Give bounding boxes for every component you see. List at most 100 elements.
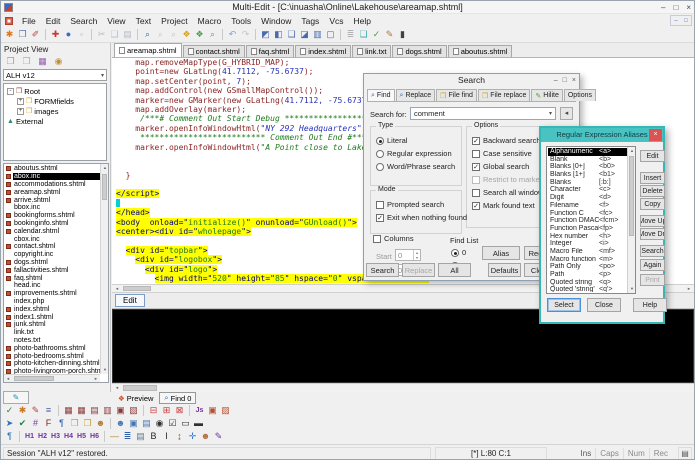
file-list-item[interactable]: photo-bathrooms.shtml [4, 344, 100, 352]
paragraph-icon[interactable]: ¶ [3, 430, 16, 443]
menu-text[interactable]: Text [131, 16, 157, 26]
tree-item-external[interactable]: ▲ External [4, 116, 106, 126]
search-tab-options[interactable]: Options [563, 89, 596, 101]
alias-item[interactable]: Integer <i> [548, 240, 627, 248]
console-scrollbar[interactable]: ◄ [112, 383, 694, 392]
defaults-button[interactable]: Defaults [488, 263, 521, 277]
checkbox-exit-when-nothing-found[interactable]: ✓ Exit when nothing found [371, 211, 467, 224]
macro-list-icon[interactable]: ≣ [344, 28, 357, 41]
replace-button[interactable]: Replace [402, 263, 435, 277]
alias-item[interactable]: Alphanumeric <a> [548, 148, 627, 156]
tree-item-root[interactable]: - ❒ Root [4, 86, 106, 96]
file-list-item[interactable]: bookinginfo.shtml [4, 220, 100, 228]
special-chars-icon[interactable]: ✱ [16, 404, 29, 417]
tab-faq-shtml[interactable]: faq.shtml [245, 45, 295, 57]
alias-item[interactable]: Path <p> [548, 271, 627, 279]
file-list-item[interactable]: copyright.inc [4, 251, 100, 259]
print-button[interactable]: Print [640, 274, 665, 286]
h4-icon[interactable]: H4 [62, 430, 75, 443]
maximize-icon[interactable]: □ [563, 74, 567, 87]
edit-button[interactable]: Edit [640, 150, 665, 162]
file-list-item[interactable]: abox.inc [4, 173, 100, 181]
find-icon[interactable]: ⌕ [141, 28, 154, 41]
tree-item-formfields[interactable]: + ❒ FORMfields [4, 96, 106, 106]
blockquote-icon[interactable]: ▤ [134, 430, 147, 443]
h2-icon[interactable]: H2 [36, 430, 49, 443]
menu-vcs[interactable]: Vcs [324, 16, 348, 26]
file-list-item[interactable]: dogs.shtml [4, 259, 100, 267]
menu-macro[interactable]: Macro [193, 16, 227, 26]
tab-contact-shtml[interactable]: contact.shtml [182, 45, 245, 57]
again-button[interactable]: Again [640, 259, 665, 271]
save-icon[interactable]: ✐ [29, 28, 42, 41]
start-spinner[interactable]: 0 ▴ ▾ [395, 249, 421, 261]
horizontal-rule-icon[interactable]: ― [108, 430, 121, 443]
delete-frame-icon[interactable]: ⊠ [173, 404, 186, 417]
scroll-down-icon[interactable]: ▼ [628, 285, 635, 293]
alias-item[interactable]: Path Only <po> [548, 263, 627, 271]
search-for-input[interactable]: comment ▾ [410, 107, 556, 120]
radio-button-icon[interactable]: ◉ [153, 417, 166, 430]
file-list-item[interactable]: calendar.shtml [4, 227, 100, 235]
font-tag-icon[interactable]: F [42, 417, 55, 430]
window-search-icon[interactable]: ❏ [357, 28, 370, 41]
h3-icon[interactable]: H3 [49, 430, 62, 443]
alias-item[interactable]: Digit <d> [548, 194, 627, 202]
search-tab-file-find[interactable]: ❒ File find [436, 89, 477, 101]
spell-html-icon[interactable]: ✓ [3, 404, 16, 417]
browser-preview-icon[interactable]: ➤ [3, 417, 16, 430]
anchor-icon[interactable]: ✛ [186, 430, 199, 443]
menu-project[interactable]: Project [156, 16, 192, 26]
scroll-down-icon[interactable]: ▼ [101, 366, 108, 374]
user-add-icon[interactable]: ☻ [114, 417, 127, 430]
insert-button[interactable]: Insert [640, 172, 665, 184]
file-list-item[interactable]: notes.txt [4, 337, 100, 345]
validate-html-icon[interactable]: ✔ [16, 417, 29, 430]
close-icon[interactable]: × [572, 74, 576, 87]
file-list-item[interactable]: improvements.shtml [4, 290, 100, 298]
file-list-item[interactable]: fallactivities.shtml [4, 266, 100, 274]
alias-item[interactable]: Macro File <mf> [548, 248, 627, 256]
search-tab-hilite[interactable]: ✎ Hilite [531, 89, 563, 101]
replace-in-files-icon[interactable]: ❖ [193, 28, 206, 41]
radio-literal[interactable]: Literal [371, 134, 461, 147]
edit-link-icon[interactable]: ✎ [212, 430, 225, 443]
scroll-right-icon[interactable]: ► [685, 285, 693, 293]
scroll-left-icon[interactable]: ◄ [113, 285, 121, 293]
minimize-icon[interactable]: – [554, 74, 558, 87]
file-list-item[interactable]: contact.shtml [4, 243, 100, 251]
tile-horizontal-icon[interactable]: ◩ [259, 28, 272, 41]
menu-view[interactable]: View [102, 16, 130, 26]
menu-tools[interactable]: Tools [226, 16, 256, 26]
file-list-item[interactable]: link.txt [4, 329, 100, 337]
close-window-icon[interactable]: ▢ [324, 28, 337, 41]
collapse-icon[interactable]: - [7, 87, 14, 95]
copy-button[interactable]: Copy [640, 198, 665, 210]
insert-image-icon[interactable]: ▣ [127, 417, 140, 430]
text-area-icon[interactable]: ▬ [192, 417, 205, 430]
pin-icon[interactable]: ✚ [49, 28, 62, 41]
menu-search[interactable]: Search [65, 16, 102, 26]
file-list-item[interactable]: bbox.inc [4, 204, 100, 212]
scroll-up-icon[interactable]: ▲ [628, 147, 635, 155]
format-document-icon[interactable]: ≡ [42, 404, 55, 417]
search-tab-file-replace[interactable]: ❒ File replace [477, 89, 531, 101]
bookmark-icon[interactable]: ▮ [396, 28, 409, 41]
insert-row-icon[interactable]: ▤ [88, 404, 101, 417]
file-list-item[interactable]: junk.shtml [4, 321, 100, 329]
alias-item[interactable]: Blanks [0+] <b0> [548, 163, 627, 171]
file-list-item[interactable]: photo-kitchen-dinning.shtml [4, 360, 100, 368]
tile-vertical-icon[interactable]: ◧ [272, 28, 285, 41]
search-button[interactable]: Search [366, 263, 399, 277]
new-file-icon[interactable]: ✱ [3, 28, 16, 41]
find-prev-icon[interactable]: ⌕ [167, 28, 180, 41]
search-history-button[interactable]: ◂ [560, 107, 573, 120]
file-list-horizontal-scrollbar[interactable]: ◄ ► [4, 374, 100, 382]
new-project-icon[interactable]: ❒ [4, 55, 17, 68]
alias-item[interactable]: Macro function <m> [548, 256, 627, 264]
menu-file[interactable]: File [17, 16, 41, 26]
alias-item[interactable]: Filename <f> [548, 202, 627, 210]
file-list-item[interactable]: accommodations.shtml [4, 181, 100, 189]
css-icon[interactable]: # [29, 417, 42, 430]
find-in-files-icon[interactable]: ❖ [180, 28, 193, 41]
